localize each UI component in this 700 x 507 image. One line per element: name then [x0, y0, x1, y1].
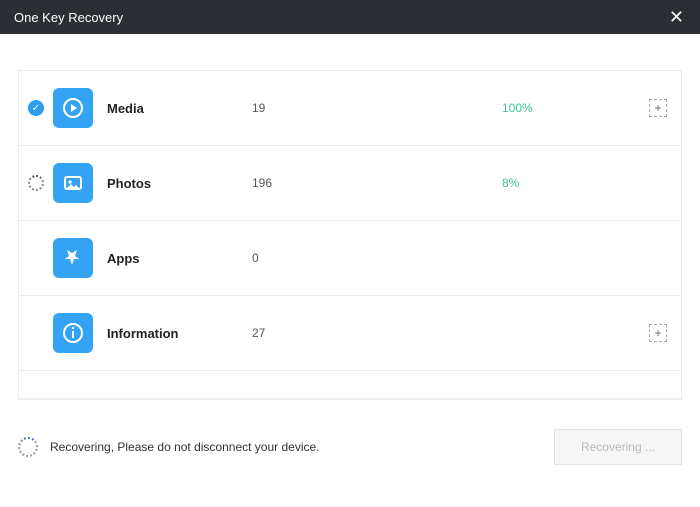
- category-label: Photos: [107, 176, 252, 191]
- category-percent: 100%: [502, 101, 643, 115]
- category-label: Information: [107, 326, 252, 341]
- status-message: Recovering, Please do not disconnect you…: [50, 440, 320, 454]
- photos-icon: [53, 163, 93, 203]
- footer-bar: Recovering, Please do not disconnect you…: [18, 429, 682, 465]
- category-list: ✓ Media 19 100% + Photos 196 8%: [18, 70, 682, 400]
- close-icon[interactable]: ✕: [665, 4, 688, 30]
- category-label: Apps: [107, 251, 252, 266]
- footer-status: Recovering, Please do not disconnect you…: [18, 437, 320, 457]
- apps-icon: [53, 238, 93, 278]
- expand-icon[interactable]: +: [649, 99, 667, 117]
- category-count: 19: [252, 101, 502, 115]
- category-count: 0: [252, 251, 502, 265]
- category-count: 27: [252, 326, 502, 340]
- spinner-icon: [18, 437, 38, 457]
- list-item: ✓ Media 19 100% +: [19, 71, 681, 146]
- expand-icon[interactable]: +: [649, 324, 667, 342]
- list-item: Photos 196 8%: [19, 146, 681, 221]
- list-item: Information 27 +: [19, 296, 681, 371]
- status-cell: [19, 175, 53, 191]
- media-icon: [53, 88, 93, 128]
- information-icon: [53, 313, 93, 353]
- status-cell: ✓: [19, 100, 53, 116]
- window-title: One Key Recovery: [14, 10, 123, 25]
- recover-button: Recovering ...: [554, 429, 682, 465]
- spinner-icon: [28, 175, 44, 191]
- titlebar: One Key Recovery ✕: [0, 0, 700, 34]
- category-percent: 8%: [502, 176, 643, 190]
- category-label: Media: [107, 101, 252, 116]
- check-icon: ✓: [28, 100, 44, 116]
- list-footer-space: [19, 371, 681, 399]
- content-area: ✓ Media 19 100% + Photos 196 8%: [0, 34, 700, 400]
- list-item: Apps 0: [19, 221, 681, 296]
- category-count: 196: [252, 176, 502, 190]
